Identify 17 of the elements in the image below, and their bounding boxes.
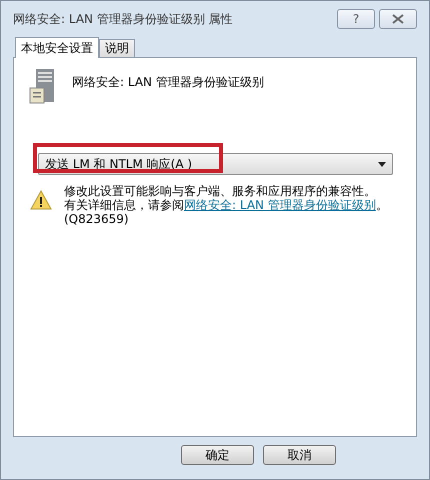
caret-icon [378,162,386,166]
policy-link[interactable]: 网络安全: LAN 管理器身份验证级别 [184,198,376,212]
close-button[interactable] [379,9,417,29]
tab[interactable]: 本地安全设置 [15,37,99,58]
warning-icon [30,190,52,210]
warning-text: 修改此设置可能影响与客户端、服务和应用程序的兼容性。 [64,184,377,198]
window-title: 网络安全: LAN 管理器身份验证级别 属性 [13,10,233,28]
option-dropdown[interactable]: 发送 LM 和 NTLM 响应(A ) [38,153,393,175]
dialog-button[interactable]: 确定 [181,445,254,465]
tab[interactable]: 说明 [99,39,135,57]
dialog-button[interactable]: 取消 [263,445,336,465]
info-text: 有关详细信息，请参阅 [64,198,184,212]
kb-number: (Q823659) [64,212,130,226]
help-button[interactable]: ? [337,9,375,29]
close-icon [392,14,404,24]
policy-name: 网络安全: LAN 管理器身份验证级别 [72,74,264,91]
period-text: 。 [376,198,388,212]
